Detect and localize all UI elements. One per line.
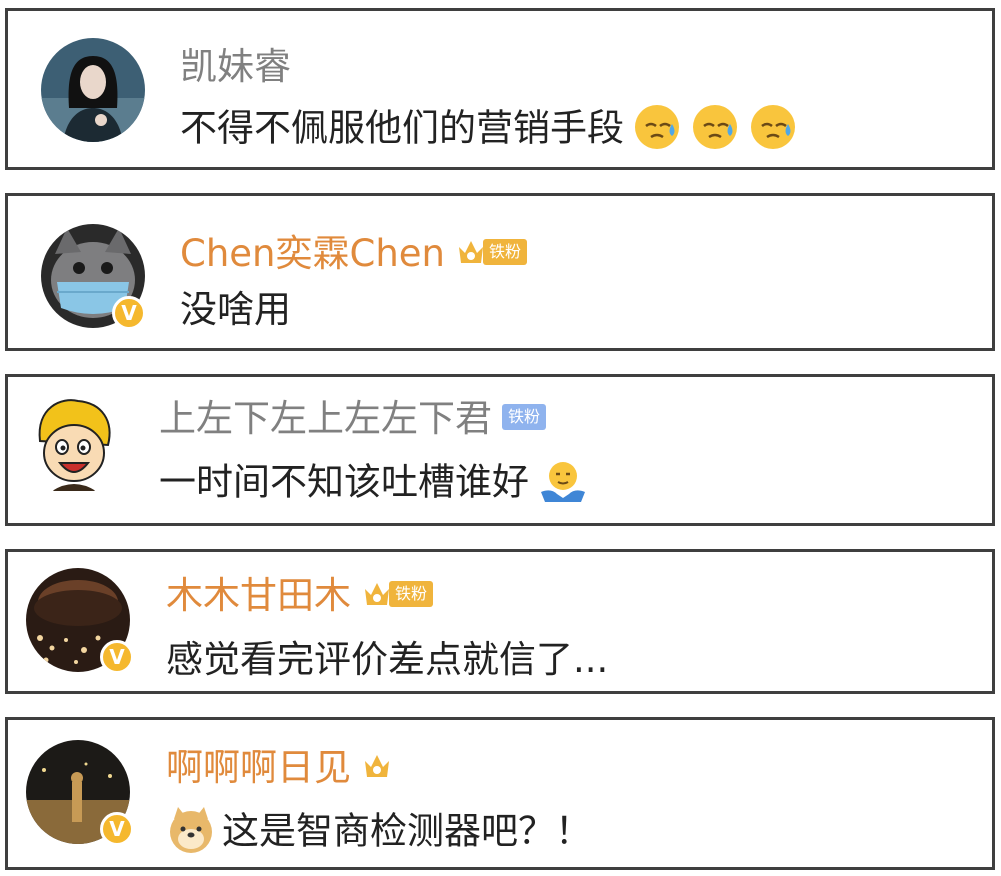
user-avatar[interactable] bbox=[22, 391, 126, 495]
comment-card: V 啊啊啊日见 这是智商检测器吧？！ bbox=[5, 717, 995, 870]
comment-text: 一时间不知该吐槽谁好 bbox=[159, 459, 589, 509]
comment-card: V Chen奕霖Chen 铁粉 没啥用 bbox=[5, 193, 995, 351]
fan-badge[interactable]: 铁粉 bbox=[363, 579, 434, 609]
sweat-icon bbox=[693, 105, 737, 149]
verified-badge: V bbox=[100, 640, 134, 674]
sweat-icon bbox=[635, 105, 679, 149]
username-text: 啊啊啊日见 bbox=[166, 746, 351, 789]
comment-text: 这是智商检测器吧？！ bbox=[166, 807, 592, 858]
comment-card: 凯妹睿 不得不佩服他们的营销手段 bbox=[5, 8, 995, 170]
username-text: 木木甘田木 bbox=[166, 574, 351, 617]
fan-badge[interactable] bbox=[363, 751, 391, 781]
comment-card: V 木木甘田木 铁粉 感觉看完评价差点就信了... bbox=[5, 549, 995, 694]
fan-badge[interactable]: 铁粉 bbox=[502, 402, 547, 432]
comment-text: 不得不佩服他们的营销手段 bbox=[180, 105, 798, 155]
verified-badge: V bbox=[100, 812, 134, 846]
username-text: Chen奕霖Chen bbox=[180, 232, 445, 275]
user-avatar[interactable] bbox=[41, 38, 145, 142]
verified-badge: V bbox=[112, 296, 146, 330]
comment-body: 一时间不知该吐槽谁好 bbox=[159, 460, 529, 504]
username-text: 上左下左上左左下君 bbox=[159, 397, 492, 440]
username[interactable]: 木木甘田木 铁粉 bbox=[166, 574, 434, 618]
fan-badge-label: 铁粉 bbox=[502, 403, 547, 430]
username[interactable]: Chen奕霖Chen 铁粉 bbox=[180, 232, 528, 276]
comment-body: 不得不佩服他们的营销手段 bbox=[180, 106, 624, 150]
crown-icon bbox=[459, 240, 483, 263]
username[interactable]: 啊啊啊日见 bbox=[166, 746, 391, 790]
sweat-icon bbox=[751, 105, 795, 149]
username[interactable]: 凯妹睿 bbox=[180, 45, 291, 89]
crown-icon bbox=[365, 754, 389, 777]
crown-icon bbox=[365, 582, 389, 605]
username[interactable]: 上左下左上左左下君 铁粉 bbox=[159, 397, 547, 441]
comment-card: 上左下左上左左下君 铁粉 一时间不知该吐槽谁好 bbox=[5, 374, 995, 526]
comment-text: 没啥用 bbox=[180, 288, 291, 331]
fan-badge-label: 铁粉 bbox=[483, 238, 528, 265]
comment-body: 这是智商检测器吧？！ bbox=[222, 809, 592, 853]
fan-badge-label: 铁粉 bbox=[389, 580, 434, 607]
comment-text: 感觉看完评价差点就信了... bbox=[166, 638, 609, 681]
doge-icon bbox=[170, 807, 212, 853]
shrug-icon bbox=[541, 462, 585, 502]
fan-badge[interactable]: 铁粉 bbox=[457, 237, 528, 267]
